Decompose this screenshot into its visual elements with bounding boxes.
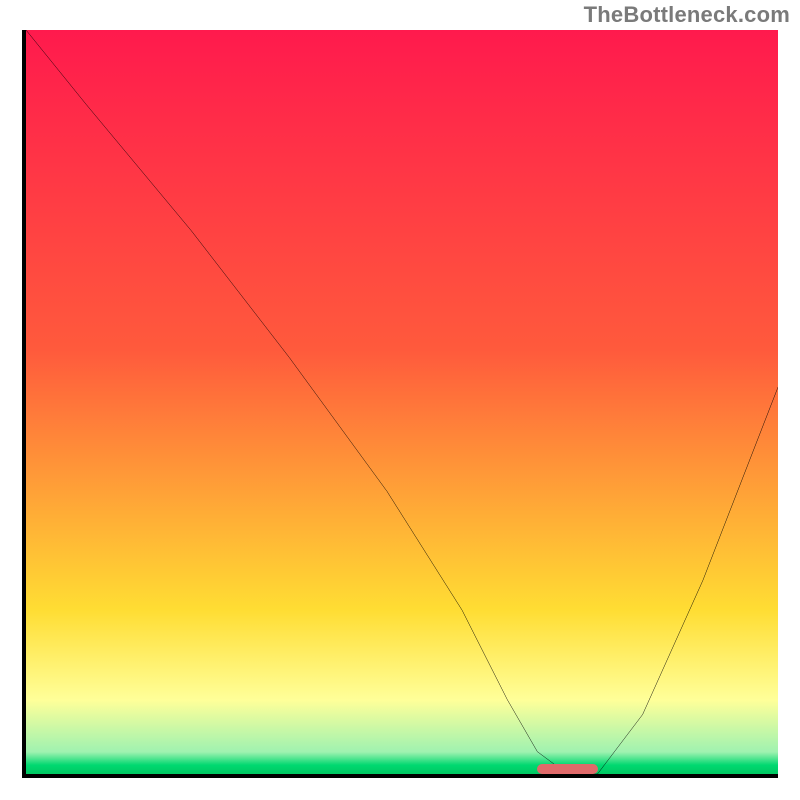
bottleneck-curve bbox=[26, 30, 778, 774]
plot-area bbox=[22, 30, 778, 778]
chart-stage: TheBottleneck.com bbox=[0, 0, 800, 800]
optimum-marker bbox=[537, 764, 597, 774]
watermark-text: TheBottleneck.com bbox=[584, 2, 790, 28]
